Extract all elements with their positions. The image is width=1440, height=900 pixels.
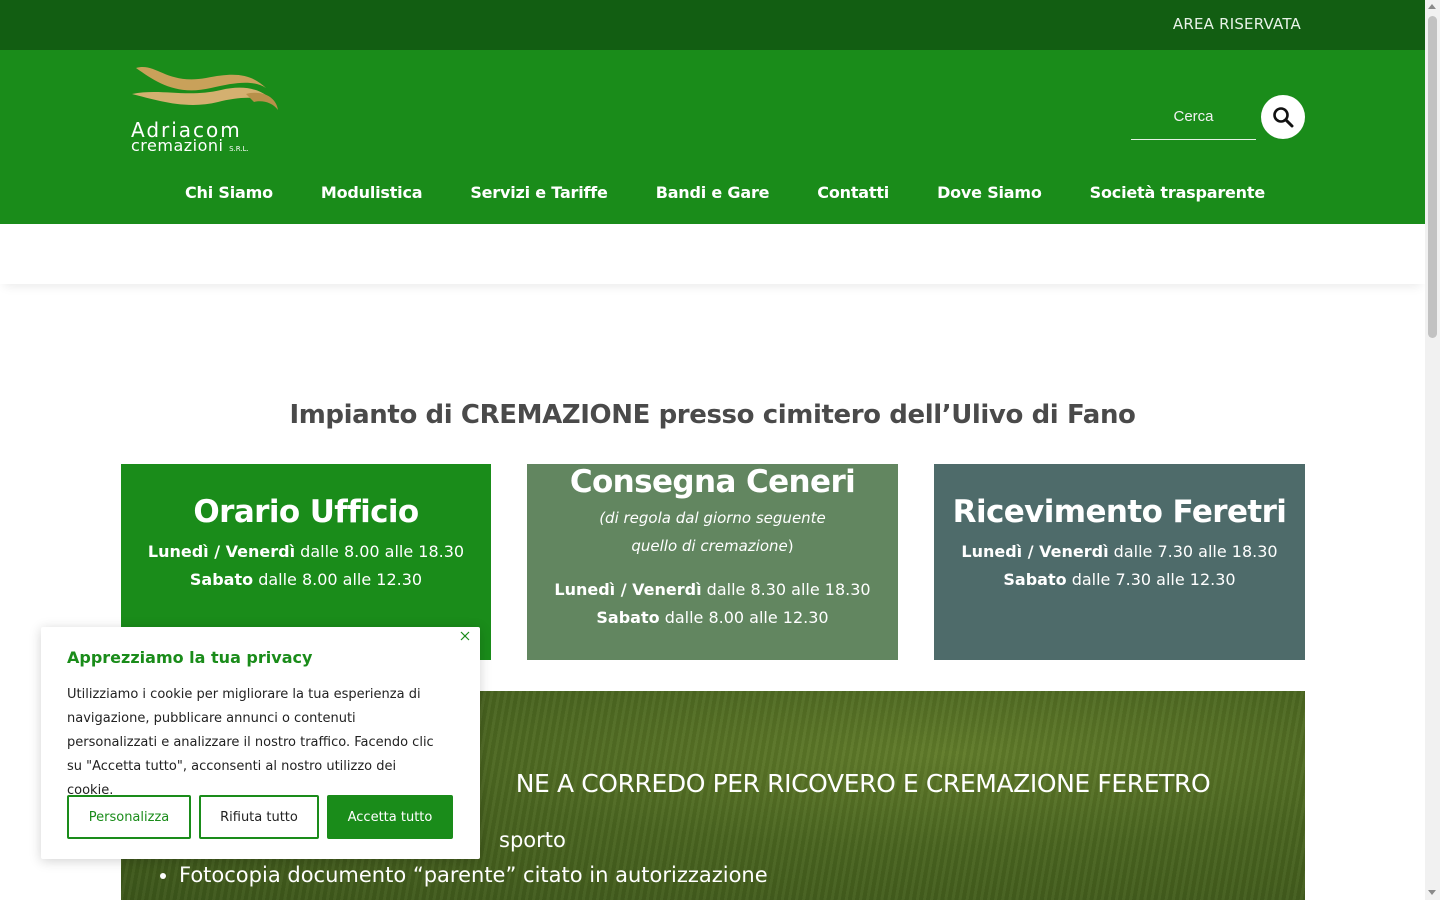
office-saturday-label: Sabato [189,570,254,589]
documents-heading-visible: NE A CORREDO PER RICOVERO E CREMAZIONE F… [515,769,1211,798]
cookie-title: Apprezziamo la tua privacy [67,648,313,667]
list-item: Fotocopia documento “parente” citato in … [179,858,768,893]
search-input[interactable] [1131,94,1256,138]
ashes-weekdays-hours: dalle 8.30 alle 18.30 [706,580,871,599]
nav-item-chi-siamo[interactable]: Chi Siamo [185,183,273,202]
ashes-note-close: ) [787,537,794,555]
logo[interactable]: Adriacom cremazioni S.R.L. [126,60,286,158]
logo-suffix: S.R.L. [229,145,249,153]
coffin-weekdays: Lunedì / Venerdì dalle 7.30 alle 18.30 [934,538,1305,566]
nav-item-contatti[interactable]: Contatti [817,183,889,202]
scrollbar-thumb[interactable] [1428,16,1437,338]
ashes-delivery-title: Consegna Ceneri [569,464,856,500]
nav-item-societa-trasparente[interactable]: Società trasparente [1090,183,1265,202]
accept-all-button[interactable]: Accetta tutto [327,795,453,839]
ashes-weekdays-label: Lunedì / Venerdì [554,580,702,599]
search-button[interactable] [1261,95,1305,139]
coffin-saturday: Sabato dalle 7.30 alle 12.30 [934,566,1305,594]
page-scrollbar[interactable] [1425,0,1440,900]
coffin-weekdays-label: Lunedì / Venerdì [961,542,1109,561]
site-header: Adriacom cremazioni S.R.L. Chi Siamo Mod… [0,50,1425,224]
area-riservata-link[interactable]: AREA RISERVATA [1173,15,1301,33]
cookie-text: Utilizziamo i cookie per migliorare la t… [67,687,434,798]
page-headline: Impianto di CREMAZIONE presso cimitero d… [289,400,1136,430]
ashes-note-line1: (di regola dal giorno seguente [599,509,826,527]
scroll-down-icon[interactable] [1428,890,1436,895]
logo-swoosh-icon [132,66,278,110]
coffin-saturday-hours: dalle 7.30 alle 12.30 [1071,570,1236,589]
nav-item-dove-siamo[interactable]: Dove Siamo [937,183,1042,202]
office-saturday-hours: dalle 8.00 alle 12.30 [258,570,423,589]
ashes-saturday: Sabato dalle 8.00 alle 12.30 [527,604,898,632]
office-weekdays: Lunedì / Venerdì dalle 8.00 alle 18.30 [121,538,491,566]
main-nav: Chi Siamo Modulistica Servizi e Tariffe … [185,183,1313,202]
nav-item-servizi-tariffe[interactable]: Servizi e Tariffe [470,183,608,202]
ashes-saturday-hours: dalle 8.00 alle 12.30 [664,608,829,627]
office-hours-title: Orario Ufficio [193,494,419,530]
nav-item-modulistica[interactable]: Modulistica [321,183,423,202]
coffin-saturday-label: Sabato [1003,570,1067,589]
ashes-note-line2-text: quello di cremazione [631,537,788,555]
cookie-banner: Apprezziamo la tua privacy Utilizziamo i… [41,627,480,859]
reject-all-button[interactable]: Rifiuta tutto [199,795,319,839]
ashes-weekdays: Lunedì / Venerdì dalle 8.30 alle 18.30 [527,576,898,604]
coffin-reception-title: Ricevimento Feretri [952,494,1287,530]
office-saturday: Sabato dalle 8.00 alle 12.30 [121,566,491,594]
ashes-delivery-box: Consegna Ceneri (di regola dal giorno se… [527,464,898,660]
ashes-saturday-label: Sabato [596,608,660,627]
top-bar: AREA RISERVATA [0,0,1425,50]
search-field [1131,94,1256,140]
logo-sub-word: cremazioni [131,136,224,155]
ashes-note: (di regola dal giorno seguente quello di… [527,504,898,560]
nav-item-bandi-gare[interactable]: Bandi e Gare [656,183,770,202]
office-weekdays-label: Lunedì / Venerdì [147,542,296,561]
logo-sub-text: cremazioni S.R.L. [131,136,249,155]
office-weekdays-hours: dalle 8.00 alle 18.30 [300,542,465,561]
customize-button[interactable]: Personalizza [67,795,191,839]
close-icon[interactable] [458,629,472,643]
coffin-weekdays-hours: dalle 7.30 alle 18.30 [1113,542,1278,561]
search-icon [1273,107,1294,128]
ashes-note-line2: quello di cremazione) [527,532,898,560]
scroll-up-icon[interactable] [1428,4,1436,9]
coffin-reception-box: Ricevimento Feretri Lunedì / Venerdì dal… [934,464,1305,660]
header-spacer [0,224,1425,284]
